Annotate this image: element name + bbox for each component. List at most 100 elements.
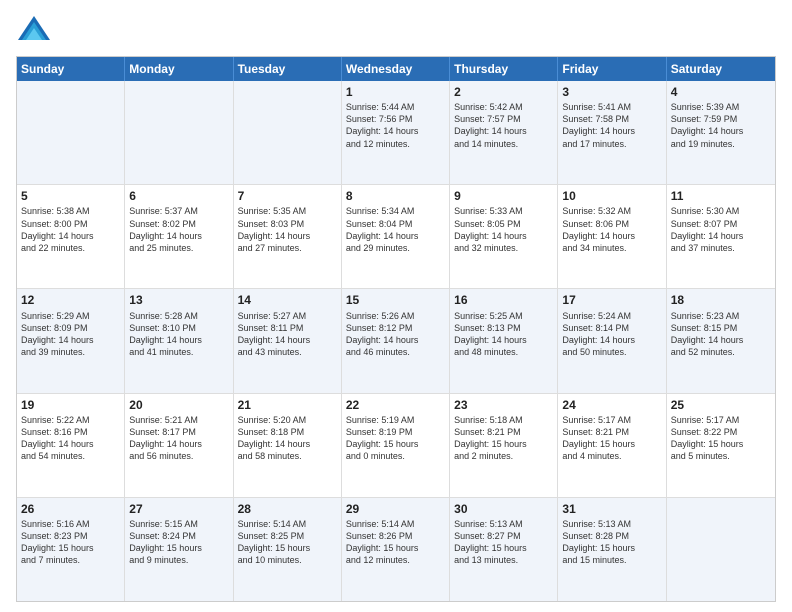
calendar-cell: 26Sunrise: 5:16 AMSunset: 8:23 PMDayligh…: [17, 498, 125, 601]
day-number: 9: [454, 188, 553, 204]
cell-info: Sunrise: 5:17 AM: [671, 414, 771, 426]
cell-info: Daylight: 14 hours: [129, 438, 228, 450]
cell-info: Sunrise: 5:28 AM: [129, 310, 228, 322]
cell-info: Sunset: 8:22 PM: [671, 426, 771, 438]
cell-info: and 37 minutes.: [671, 242, 771, 254]
calendar-body: 1Sunrise: 5:44 AMSunset: 7:56 PMDaylight…: [17, 81, 775, 601]
cell-info: Sunrise: 5:16 AM: [21, 518, 120, 530]
day-number: 19: [21, 397, 120, 413]
cell-info: Sunrise: 5:34 AM: [346, 205, 445, 217]
day-number: 2: [454, 84, 553, 100]
cell-info: Sunrise: 5:42 AM: [454, 101, 553, 113]
cell-info: and 56 minutes.: [129, 450, 228, 462]
cell-info: and 41 minutes.: [129, 346, 228, 358]
day-number: 21: [238, 397, 337, 413]
calendar-cell: 2Sunrise: 5:42 AMSunset: 7:57 PMDaylight…: [450, 81, 558, 184]
cell-info: Daylight: 14 hours: [238, 438, 337, 450]
cell-info: Daylight: 14 hours: [21, 230, 120, 242]
logo-icon: [16, 12, 52, 48]
cell-info: Sunset: 7:57 PM: [454, 113, 553, 125]
cell-info: Sunset: 8:17 PM: [129, 426, 228, 438]
calendar-cell: 22Sunrise: 5:19 AMSunset: 8:19 PMDayligh…: [342, 394, 450, 497]
cell-info: and 43 minutes.: [238, 346, 337, 358]
calendar-cell: 20Sunrise: 5:21 AMSunset: 8:17 PMDayligh…: [125, 394, 233, 497]
cell-info: Daylight: 14 hours: [129, 334, 228, 346]
cell-info: Sunset: 8:10 PM: [129, 322, 228, 334]
cell-info: Daylight: 14 hours: [671, 230, 771, 242]
calendar-cell: 29Sunrise: 5:14 AMSunset: 8:26 PMDayligh…: [342, 498, 450, 601]
cell-info: Daylight: 14 hours: [454, 334, 553, 346]
calendar-header-wednesday: Wednesday: [342, 57, 450, 81]
calendar-cell: 31Sunrise: 5:13 AMSunset: 8:28 PMDayligh…: [558, 498, 666, 601]
cell-info: Sunset: 8:13 PM: [454, 322, 553, 334]
day-number: 31: [562, 501, 661, 517]
cell-info: Sunset: 8:15 PM: [671, 322, 771, 334]
cell-info: Daylight: 15 hours: [129, 542, 228, 554]
cell-info: Sunset: 8:12 PM: [346, 322, 445, 334]
day-number: 16: [454, 292, 553, 308]
day-number: 25: [671, 397, 771, 413]
cell-info: and 19 minutes.: [671, 138, 771, 150]
calendar-cell: 7Sunrise: 5:35 AMSunset: 8:03 PMDaylight…: [234, 185, 342, 288]
header: [16, 12, 776, 48]
cell-info: Daylight: 14 hours: [562, 230, 661, 242]
cell-info: Daylight: 14 hours: [454, 125, 553, 137]
cell-info: and 12 minutes.: [346, 554, 445, 566]
calendar-cell: 15Sunrise: 5:26 AMSunset: 8:12 PMDayligh…: [342, 289, 450, 392]
cell-info: Sunset: 8:09 PM: [21, 322, 120, 334]
calendar-header-thursday: Thursday: [450, 57, 558, 81]
day-number: 11: [671, 188, 771, 204]
cell-info: Sunset: 8:18 PM: [238, 426, 337, 438]
cell-info: Sunrise: 5:41 AM: [562, 101, 661, 113]
cell-info: and 0 minutes.: [346, 450, 445, 462]
cell-info: Sunset: 8:21 PM: [454, 426, 553, 438]
calendar-cell: 24Sunrise: 5:17 AMSunset: 8:21 PMDayligh…: [558, 394, 666, 497]
cell-info: Daylight: 14 hours: [238, 230, 337, 242]
cell-info: Sunset: 7:59 PM: [671, 113, 771, 125]
cell-info: Daylight: 15 hours: [346, 542, 445, 554]
calendar-cell: 10Sunrise: 5:32 AMSunset: 8:06 PMDayligh…: [558, 185, 666, 288]
cell-info: and 5 minutes.: [671, 450, 771, 462]
cell-info: and 22 minutes.: [21, 242, 120, 254]
cell-info: and 15 minutes.: [562, 554, 661, 566]
calendar-week-4: 19Sunrise: 5:22 AMSunset: 8:16 PMDayligh…: [17, 393, 775, 497]
calendar-header-tuesday: Tuesday: [234, 57, 342, 81]
cell-info: Sunrise: 5:20 AM: [238, 414, 337, 426]
day-number: 17: [562, 292, 661, 308]
calendar-cell: 8Sunrise: 5:34 AMSunset: 8:04 PMDaylight…: [342, 185, 450, 288]
cell-info: Sunrise: 5:32 AM: [562, 205, 661, 217]
cell-info: Daylight: 14 hours: [129, 230, 228, 242]
day-number: 4: [671, 84, 771, 100]
calendar-cell: 30Sunrise: 5:13 AMSunset: 8:27 PMDayligh…: [450, 498, 558, 601]
cell-info: Sunrise: 5:15 AM: [129, 518, 228, 530]
cell-info: Sunrise: 5:38 AM: [21, 205, 120, 217]
cell-info: Sunset: 8:04 PM: [346, 218, 445, 230]
cell-info: and 52 minutes.: [671, 346, 771, 358]
cell-info: Sunrise: 5:30 AM: [671, 205, 771, 217]
cell-info: Daylight: 14 hours: [454, 230, 553, 242]
calendar-cell: 16Sunrise: 5:25 AMSunset: 8:13 PMDayligh…: [450, 289, 558, 392]
cell-info: Sunset: 8:06 PM: [562, 218, 661, 230]
calendar-cell: [17, 81, 125, 184]
cell-info: Sunset: 8:11 PM: [238, 322, 337, 334]
cell-info: and 14 minutes.: [454, 138, 553, 150]
calendar-cell: 23Sunrise: 5:18 AMSunset: 8:21 PMDayligh…: [450, 394, 558, 497]
cell-info: Sunset: 8:23 PM: [21, 530, 120, 542]
cell-info: and 13 minutes.: [454, 554, 553, 566]
cell-info: Sunset: 8:19 PM: [346, 426, 445, 438]
calendar-cell: 3Sunrise: 5:41 AMSunset: 7:58 PMDaylight…: [558, 81, 666, 184]
cell-info: Daylight: 14 hours: [346, 125, 445, 137]
day-number: 20: [129, 397, 228, 413]
cell-info: and 32 minutes.: [454, 242, 553, 254]
calendar-cell: 25Sunrise: 5:17 AMSunset: 8:22 PMDayligh…: [667, 394, 775, 497]
calendar-cell: 14Sunrise: 5:27 AMSunset: 8:11 PMDayligh…: [234, 289, 342, 392]
cell-info: Sunrise: 5:24 AM: [562, 310, 661, 322]
cell-info: Sunset: 8:21 PM: [562, 426, 661, 438]
calendar-cell: 6Sunrise: 5:37 AMSunset: 8:02 PMDaylight…: [125, 185, 233, 288]
logo: [16, 12, 56, 48]
day-number: 5: [21, 188, 120, 204]
calendar-week-2: 5Sunrise: 5:38 AMSunset: 8:00 PMDaylight…: [17, 184, 775, 288]
day-number: 10: [562, 188, 661, 204]
calendar-cell: 19Sunrise: 5:22 AMSunset: 8:16 PMDayligh…: [17, 394, 125, 497]
calendar-cell: 11Sunrise: 5:30 AMSunset: 8:07 PMDayligh…: [667, 185, 775, 288]
